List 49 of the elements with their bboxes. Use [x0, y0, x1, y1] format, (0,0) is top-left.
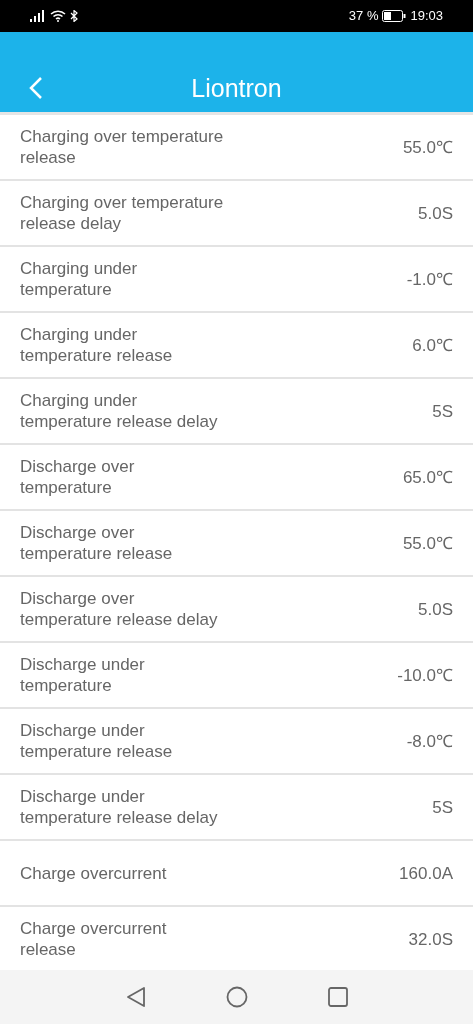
setting-row[interactable]: Discharge over temperature release 55.0℃ — [0, 511, 473, 577]
setting-row[interactable]: Discharge over temperature release delay 5.0S — [0, 577, 473, 643]
setting-label: Discharge under temperature release delay — [20, 786, 219, 828]
back-nav-icon[interactable] — [125, 986, 146, 1008]
setting-label: Discharge over temperature — [20, 456, 136, 498]
setting-row[interactable]: Charging under temperature release delay 5S — [0, 379, 473, 445]
setting-value: 5S — [432, 796, 453, 818]
home-icon[interactable] — [225, 986, 248, 1008]
wifi-icon — [50, 10, 66, 22]
setting-row[interactable]: Charging over temperature release delay 5.0S — [0, 181, 473, 247]
setting-value: 32.0S — [408, 928, 453, 950]
setting-row[interactable]: Discharge under temperature release delay 5S — [0, 775, 473, 841]
battery-percent: 37 % — [348, 7, 379, 26]
setting-label: Charge overcurrent — [20, 862, 168, 884]
setting-row[interactable]: Charge overcurrent 160.0A — [0, 841, 473, 907]
setting-value: -8.0℃ — [406, 730, 453, 752]
setting-value: 55.0℃ — [402, 532, 453, 554]
setting-value: 65.0℃ — [402, 466, 453, 488]
bluetooth-icon — [70, 10, 78, 22]
setting-value: 6.0℃ — [412, 334, 453, 356]
setting-label: Discharge under temperature release — [20, 720, 174, 762]
setting-label: Discharge under temperature — [20, 654, 146, 696]
setting-value: 160.0A — [399, 862, 453, 884]
setting-row[interactable]: Charging over temperature release 55.0℃ — [0, 115, 473, 181]
setting-value: 5S — [432, 400, 453, 422]
clock-time: 19:03 — [410, 7, 443, 26]
setting-row[interactable]: Charging under temperature -1.0℃ — [0, 247, 473, 313]
setting-value: -1.0℃ — [406, 268, 453, 290]
setting-label: Charge overcurrent release — [20, 918, 168, 960]
setting-label: Discharge over temperature release — [20, 522, 174, 564]
setting-row[interactable]: Discharge under temperature release -8.0℃ — [0, 709, 473, 775]
setting-value: 5.0S — [418, 598, 453, 620]
recents-icon[interactable] — [327, 987, 348, 1007]
setting-label: Discharge over temperature release delay — [20, 588, 219, 630]
setting-label: Charging under temperature release delay — [20, 390, 219, 432]
setting-row[interactable]: Discharge over temperature 65.0℃ — [0, 445, 473, 511]
setting-value: -10.0℃ — [397, 664, 453, 686]
page-title: Liontron — [191, 73, 282, 104]
setting-label: Charging under temperature release — [20, 324, 174, 366]
setting-label: Charging over temperature release delay — [20, 192, 225, 234]
setting-label: Charging under temperature — [20, 258, 139, 300]
signal-icon — [30, 10, 46, 22]
setting-value: 5.0S — [418, 202, 453, 224]
setting-label: Charging over temperature release — [20, 126, 225, 168]
setting-row[interactable]: Charging under temperature release 6.0℃ — [0, 313, 473, 379]
setting-row[interactable]: Discharge under temperature -10.0℃ — [0, 643, 473, 709]
back-icon — [29, 77, 43, 99]
setting-value: 55.0℃ — [402, 136, 453, 158]
battery-icon — [382, 10, 407, 22]
